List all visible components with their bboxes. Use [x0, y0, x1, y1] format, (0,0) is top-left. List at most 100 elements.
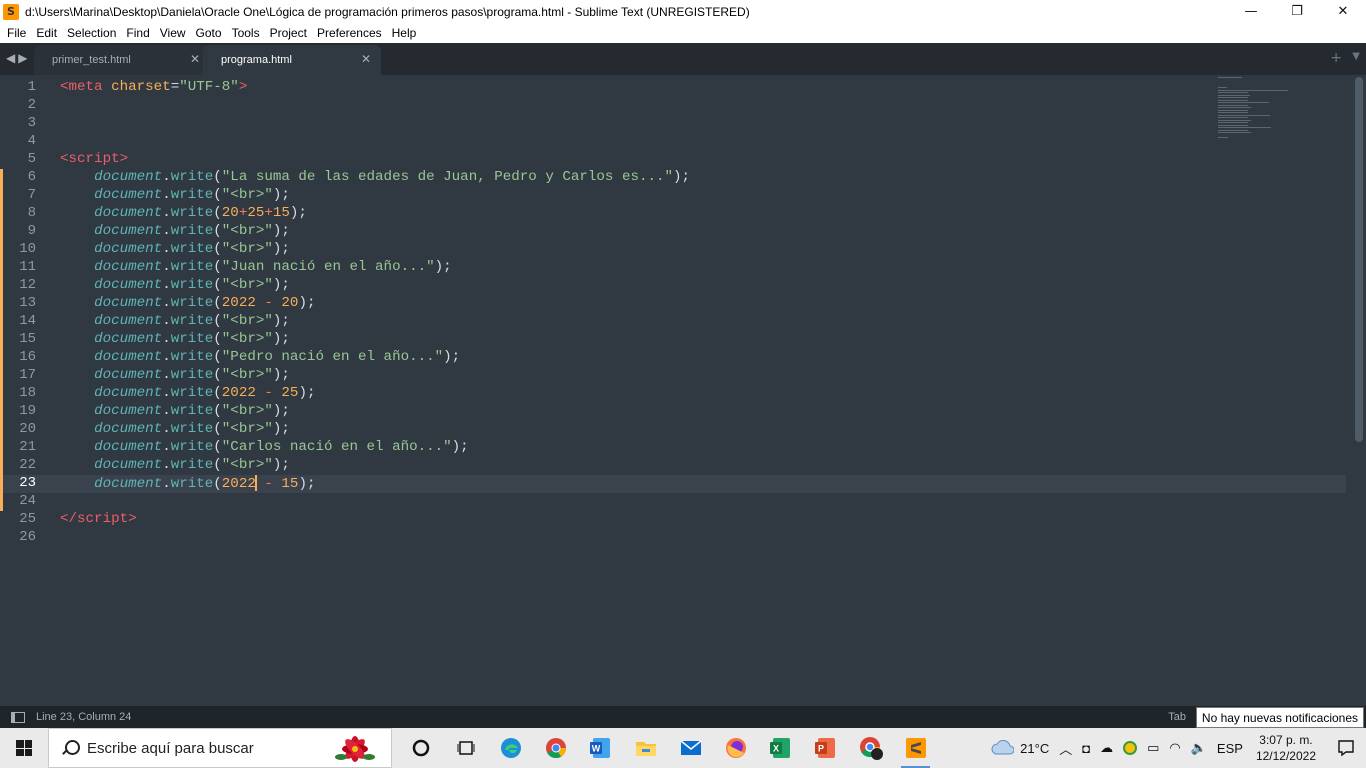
code-line[interactable]: [60, 97, 1346, 115]
close-tab-icon[interactable]: ✕: [361, 52, 371, 66]
code-token: write: [170, 367, 214, 383]
code-line[interactable]: [60, 115, 1346, 133]
code-token: write: [170, 313, 214, 329]
mail-icon[interactable]: [668, 728, 713, 768]
code-line[interactable]: document.write(20+25+15);: [60, 205, 1346, 223]
code-line[interactable]: [60, 493, 1346, 511]
clock[interactable]: 3:07 p. m. 12/12/2022: [1256, 732, 1316, 764]
minimize-button[interactable]: —: [1228, 0, 1274, 23]
code-line[interactable]: document.write("Pedro nació en el año...…: [60, 349, 1346, 367]
menu-preferences[interactable]: Preferences: [312, 23, 387, 43]
code-token: (: [213, 169, 222, 185]
code-line[interactable]: <script>: [60, 151, 1346, 169]
menu-edit[interactable]: Edit: [31, 23, 62, 43]
code-token: .: [162, 349, 171, 365]
code-token: 15: [272, 205, 290, 221]
tab-navigation-arrows-icon[interactable]: ◀▶: [6, 51, 30, 65]
meet-now-icon[interactable]: ◘: [1082, 741, 1090, 756]
code-token: -: [264, 475, 273, 492]
menu-tools[interactable]: Tools: [227, 23, 265, 43]
line-number: 8: [0, 205, 56, 223]
code-line[interactable]: document.write("La suma de las edades de…: [60, 169, 1346, 187]
menu-project[interactable]: Project: [265, 23, 312, 43]
code-token: write: [170, 277, 214, 293]
code-line[interactable]: document.write(2022 - 20);: [60, 295, 1346, 313]
maximize-button[interactable]: ❐: [1274, 0, 1320, 23]
menu-help[interactable]: Help: [387, 23, 422, 43]
new-tab-icon[interactable]: +: [1330, 50, 1342, 66]
code-token: write: [170, 295, 214, 311]
code-area[interactable]: <meta charset="UTF-8"> <script> document.…: [56, 79, 1346, 547]
menu-view[interactable]: View: [155, 23, 191, 43]
code-token: write: [170, 259, 214, 275]
excel-icon[interactable]: X: [758, 728, 803, 768]
code-line[interactable]: [60, 529, 1346, 547]
word-icon[interactable]: W: [578, 728, 623, 768]
wifi-icon[interactable]: ◠: [1169, 740, 1180, 756]
menu-file[interactable]: File: [2, 23, 31, 43]
chrome-icon[interactable]: [533, 728, 578, 768]
code-editor[interactable]: 1 2 3 4 5 6 7 8 9 10 11 12 13 14 15 16 17 18 19 20 21 22 23 24 2…: [0, 75, 1366, 706]
code-line[interactable]: document.write("<br>");: [60, 241, 1346, 259]
onedrive-icon[interactable]: ☁: [1100, 740, 1113, 756]
code-token: .: [162, 331, 171, 347]
chrome-profile-icon[interactable]: [848, 728, 893, 768]
code-token: .: [162, 259, 171, 275]
code-token: "<br>": [221, 457, 273, 473]
code-line[interactable]: document.write("Juan nació en el año..."…: [60, 259, 1346, 277]
language-indicator[interactable]: ESP: [1217, 741, 1243, 756]
close-tab-icon[interactable]: ✕: [190, 52, 200, 66]
code-token: (: [213, 385, 222, 401]
vertical-scrollbar[interactable]: [1355, 77, 1363, 442]
toggle-panel-icon[interactable]: [11, 711, 25, 723]
sublime-text-icon[interactable]: [893, 728, 938, 768]
start-button[interactable]: [0, 728, 48, 768]
powerpoint-icon[interactable]: P: [803, 728, 848, 768]
code-token: document: [94, 385, 163, 401]
code-line[interactable]: document.write(2022 - 25);: [60, 385, 1346, 403]
code-line[interactable]: document.write("<br>");: [60, 187, 1346, 205]
code-line[interactable]: </script>: [60, 511, 1346, 529]
menu-selection[interactable]: Selection: [62, 23, 121, 43]
code-line[interactable]: document.write("<br>");: [60, 277, 1346, 295]
menu-goto[interactable]: Goto: [191, 23, 227, 43]
weather-widget[interactable]: 21°C: [990, 740, 1049, 756]
taskbar-search-box[interactable]: Escribe aquí para buscar: [48, 728, 392, 768]
tab-size-indicator[interactable]: Tab: [1168, 711, 1186, 723]
tab-programa[interactable]: programa.html ✕: [203, 45, 381, 75]
code-line[interactable]: document.write("<br>");: [60, 331, 1346, 349]
file-explorer-icon[interactable]: [623, 728, 668, 768]
code-token: .: [162, 421, 171, 437]
code-line[interactable]: <meta charset="UTF-8">: [60, 79, 1346, 97]
tab-primer-test[interactable]: primer_test.html ✕: [34, 45, 210, 75]
battery-icon[interactable]: ▭: [1147, 740, 1159, 756]
line-number: 5: [27, 151, 36, 167]
code-line[interactable]: document.write("<br>");: [60, 223, 1346, 241]
task-view-icon[interactable]: [443, 728, 488, 768]
code-line[interactable]: document.write("Carlos nació en el año..…: [60, 439, 1346, 457]
cortana-icon[interactable]: [398, 728, 443, 768]
code-line[interactable]: document.write("<br>");: [60, 367, 1346, 385]
tab-list-chevron-down-icon[interactable]: ▼: [1352, 51, 1360, 62]
code-line[interactable]: document.write("<br>");: [60, 421, 1346, 439]
app-tray-green-icon[interactable]: [1123, 741, 1138, 755]
code-line[interactable]: document.write("<br>");: [60, 457, 1346, 475]
line-number: 14: [0, 313, 56, 331]
code-token: write: [170, 403, 214, 419]
firefox-icon[interactable]: [713, 728, 758, 768]
code-line[interactable]: document.write("<br>");: [60, 313, 1346, 331]
menu-find[interactable]: Find: [121, 23, 154, 43]
code-line[interactable]: document.write("<br>");: [60, 403, 1346, 421]
notification-center-icon[interactable]: [1326, 728, 1366, 768]
close-window-button[interactable]: ✕: [1320, 0, 1366, 23]
code-token: );: [272, 457, 290, 473]
code-line[interactable]: [60, 133, 1346, 151]
code-token: 25: [281, 385, 299, 401]
minimap[interactable]: [1218, 77, 1298, 138]
code-line[interactable]: document.write(2022 - 15);: [56, 475, 1346, 493]
volume-icon[interactable]: 🔈: [1191, 740, 1207, 756]
edge-icon[interactable]: [488, 728, 533, 768]
show-hidden-icons-chevron-up-icon[interactable]: ︿: [1059, 739, 1072, 758]
